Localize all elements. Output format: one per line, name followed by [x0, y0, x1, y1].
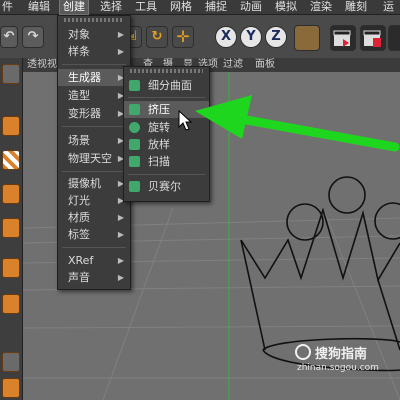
- submenu-arrow-icon: ▶: [117, 213, 124, 222]
- menu-sculpt[interactable]: 雕刻: [345, 0, 367, 14]
- menu-item-label: 材质: [68, 211, 90, 224]
- submenu-arrow-icon: ▶: [117, 230, 124, 239]
- bezier-icon: [129, 181, 140, 192]
- render-picture-viewer-icon[interactable]: [360, 25, 386, 51]
- menu-item-label: XRef: [68, 254, 94, 267]
- menu-item-physical-sky[interactable]: 物理天空 ▶: [58, 150, 130, 167]
- menu-item-material[interactable]: 材质 ▶: [58, 209, 130, 226]
- move-icon[interactable]: ✛: [172, 26, 194, 48]
- menu-item-bezier[interactable]: 贝赛尔: [124, 178, 209, 195]
- viewport-menu-panel[interactable]: 面板: [255, 58, 275, 72]
- menu-create[interactable]: 创建: [59, 0, 89, 15]
- menu-item-label: 标签: [68, 228, 90, 241]
- menu-item-label: 放样: [148, 138, 170, 151]
- menu-item-light[interactable]: 灯光 ▶: [58, 192, 130, 209]
- annotation-arrow: [195, 95, 400, 152]
- menu-edit[interactable]: 编辑: [28, 0, 50, 14]
- menu-item-mograph[interactable]: 造型 ▶: [58, 87, 130, 104]
- menu-item-tag[interactable]: 标签 ▶: [58, 226, 130, 243]
- undo-icon[interactable]: ↶: [0, 26, 18, 48]
- menu-item-label: 旋转: [148, 121, 170, 134]
- menu-more[interactable]: 运: [383, 0, 394, 14]
- submenu-arrow-icon: ▶: [117, 273, 124, 282]
- menu-select[interactable]: 选择: [100, 0, 122, 14]
- submenu-arrow-icon: ▶: [117, 256, 124, 265]
- menu-item-label: 声音: [68, 271, 90, 284]
- watermark-brand: 搜狗指南: [315, 347, 368, 362]
- menu-divider: [62, 247, 126, 248]
- menu-item-label: 灯光: [68, 194, 90, 207]
- enable-axis-icon[interactable]: [2, 352, 20, 372]
- menu-item-label: 变形器: [68, 107, 101, 120]
- viewport-tab[interactable]: 透视视: [27, 58, 57, 72]
- menu-item-sound[interactable]: 声音 ▶: [58, 269, 130, 286]
- menu-item-camera[interactable]: 摄像机 ▶: [58, 175, 130, 192]
- left-toolbar: [0, 58, 23, 400]
- menu-item-label: 摄像机: [68, 177, 101, 190]
- create-menu: 对象 ▶ 样条 ▶ 生成器 ▶ 造型 ▶ 变形器 ▶ 场景 ▶ 物理天空 ▶ 摄像机 ▶ 灯光 ▶…: [57, 15, 131, 290]
- menu-item-deformer[interactable]: 变形器 ▶: [58, 105, 130, 122]
- menu-grip[interactable]: [130, 69, 203, 73]
- menu-file[interactable]: 件: [2, 0, 13, 14]
- polygons-mode-icon[interactable]: [2, 294, 20, 314]
- axis-x-button[interactable]: X: [215, 26, 237, 48]
- menu-item-label: 细分曲面: [148, 79, 192, 92]
- menu-item-object[interactable]: 对象 ▶: [58, 26, 130, 43]
- menu-divider: [62, 64, 126, 65]
- subdivision-surface-icon: [129, 80, 140, 91]
- menu-item-scene[interactable]: 场景 ▶: [58, 132, 130, 149]
- menu-item-xref[interactable]: XRef ▶: [58, 252, 130, 269]
- menu-item-label: 对象: [68, 28, 90, 41]
- menu-divider: [128, 174, 205, 175]
- menu-divider: [62, 171, 126, 172]
- clapper-icon: [333, 30, 351, 47]
- menu-item-label: 挤压: [148, 103, 170, 116]
- loft-icon: [129, 139, 140, 150]
- workplane-icon[interactable]: [2, 184, 20, 204]
- menu-item-label: 贝赛尔: [148, 180, 181, 193]
- axis-z-button[interactable]: Z: [265, 26, 287, 48]
- rotate-icon[interactable]: ↻: [146, 26, 168, 48]
- menu-simulate[interactable]: 模拟: [275, 0, 297, 14]
- points-mode-icon[interactable]: [2, 218, 20, 238]
- texture-mode-icon[interactable]: [2, 150, 20, 170]
- sweep-icon: [129, 156, 140, 167]
- menu-snap[interactable]: 捕捉: [205, 0, 227, 14]
- menubar: 件 编辑 创建 选择 工具 网格 捕捉 动画 模拟 渲染 雕刻 运: [0, 0, 400, 15]
- render-settings-icon[interactable]: [388, 25, 400, 51]
- edges-mode-icon[interactable]: [2, 258, 20, 278]
- extrude-icon: [129, 104, 140, 115]
- submenu-arrow-icon: ▶: [117, 47, 124, 56]
- menu-grip[interactable]: [64, 18, 124, 22]
- menu-divider: [62, 126, 126, 127]
- menu-item-label: 样条: [68, 45, 90, 58]
- menu-render[interactable]: 渲染: [310, 0, 332, 14]
- clapper-icon: [363, 30, 381, 47]
- menu-tools[interactable]: 工具: [135, 0, 157, 14]
- menu-animate[interactable]: 动画: [240, 0, 262, 14]
- axis-y-button[interactable]: Y: [240, 26, 262, 48]
- menu-item-label: 场景: [68, 134, 90, 147]
- world-coordinate-icon[interactable]: [294, 25, 320, 51]
- redo-icon[interactable]: ↷: [22, 26, 44, 48]
- menu-item-label: 扫描: [148, 155, 170, 168]
- menu-item-label: 物理天空: [68, 152, 112, 165]
- menu-mesh[interactable]: 网格: [170, 0, 192, 14]
- menu-item-label: 造型: [68, 89, 90, 102]
- menu-item-spline[interactable]: 样条 ▶: [58, 43, 130, 60]
- viewport-menu-filter[interactable]: 过滤: [223, 58, 243, 72]
- sogou-logo-icon: [295, 344, 311, 360]
- menu-item-label: 生成器: [68, 71, 101, 84]
- menu-item-generator[interactable]: 生成器 ▶: [58, 69, 130, 86]
- watermark: 搜狗指南 zhinan.sogou.com: [295, 343, 400, 383]
- render-view-icon[interactable]: [330, 25, 356, 51]
- mode-icon[interactable]: [2, 64, 20, 84]
- watermark-url: zhinan.sogou.com: [297, 363, 379, 373]
- model-mode-icon[interactable]: [2, 116, 20, 136]
- submenu-arrow-icon: ▶: [117, 30, 124, 39]
- menu-item-sweep[interactable]: 扫描: [124, 153, 209, 170]
- menu-item-subdivision-surface[interactable]: 细分曲面: [124, 77, 209, 94]
- lathe-icon: [129, 122, 140, 133]
- soft-selection-icon[interactable]: [2, 378, 20, 398]
